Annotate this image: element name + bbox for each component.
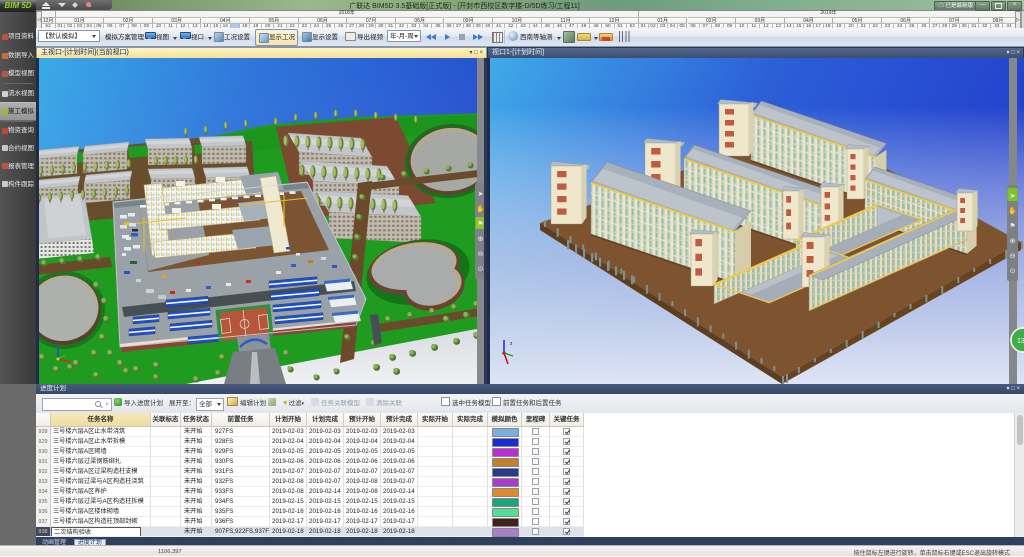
svg-text:⊖: ⊖ [478, 251, 484, 258]
svg-text:⊖: ⊖ [1010, 253, 1016, 260]
svg-text:⚑: ⚑ [1009, 222, 1015, 230]
svg-text:⚑: ⚑ [477, 220, 483, 228]
svg-text:⊙: ⊙ [478, 266, 484, 273]
svg-text:⊙: ⊙ [1010, 268, 1016, 275]
svg-text:✋: ✋ [1008, 206, 1017, 215]
svg-text:➤: ➤ [1010, 193, 1016, 200]
svg-text:⊕: ⊕ [1010, 238, 1016, 245]
svg-text:13: 13 [1017, 338, 1024, 345]
svg-text:➤: ➤ [478, 191, 484, 198]
svg-text:⊕: ⊕ [478, 236, 484, 243]
